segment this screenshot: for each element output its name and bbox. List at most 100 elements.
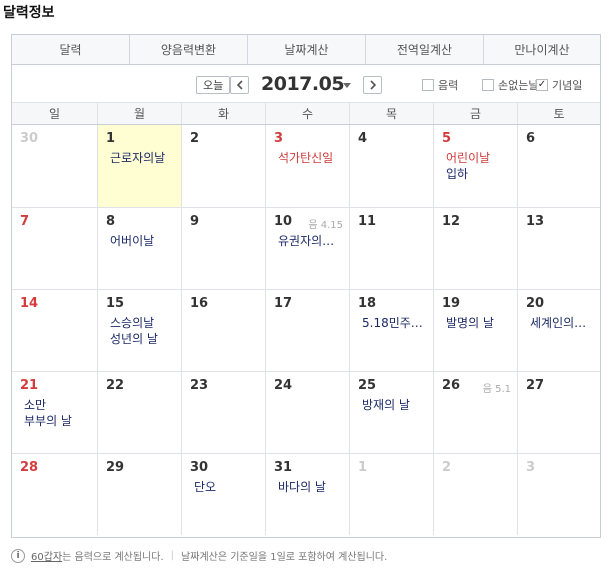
day-cell[interactable]: 10 음 4.15 유권자의… xyxy=(265,207,349,289)
sonless-day-option[interactable]: 손없는날 xyxy=(482,77,538,93)
tab-date-calc[interactable]: 날짜계산 xyxy=(247,35,365,64)
day-cell[interactable]: 26 음 5.1 xyxy=(433,371,517,453)
day-cell[interactable]: 17 xyxy=(265,289,349,371)
event-list: 단오 xyxy=(190,479,265,495)
page-title: 달력정보 xyxy=(3,5,55,21)
event-item[interactable]: 석가탄신일 xyxy=(278,150,349,166)
day-cell[interactable]: 11 xyxy=(349,207,433,289)
day-cell[interactable]: 2 xyxy=(433,453,517,535)
day-number: 20 xyxy=(526,296,545,311)
day-cell[interactable]: 5 어린이날 입하 xyxy=(433,125,517,207)
weekday-label: 목 xyxy=(349,103,433,124)
calendar-grid: 30 1 근로자의날 2 3 석가탄신일 4 5 어린이날 입하 6 7 8 어버이날 9 10 음 4.15 유… xyxy=(12,125,600,535)
event-item[interactable]: 방재의 날 xyxy=(362,397,433,413)
day-cell[interactable]: 19 발명의 날 xyxy=(433,289,517,371)
event-list: 석가탄신일 xyxy=(274,150,349,166)
day-number: 7 xyxy=(20,214,30,229)
year-month-label[interactable]: 2017.05 xyxy=(261,73,345,95)
event-list: 근로자의날 xyxy=(106,150,181,166)
weekday-label: 금 xyxy=(433,103,517,124)
sonless-day-checkbox[interactable] xyxy=(482,79,494,91)
tab-discharge-calc[interactable]: 전역일계산 xyxy=(365,35,483,64)
lunar-checkbox[interactable] xyxy=(422,79,434,91)
prev-month-button[interactable] xyxy=(230,76,249,94)
day-number: 12 xyxy=(442,214,461,229)
event-item[interactable]: 스승의날 xyxy=(110,315,181,331)
event-item[interactable]: 성년의 날 xyxy=(110,331,181,347)
today-button[interactable]: 오늘 xyxy=(196,76,231,94)
event-list: 방재의 날 xyxy=(358,397,433,413)
event-item[interactable]: 단오 xyxy=(194,479,265,495)
lunar-option-label: 음력 xyxy=(438,79,459,92)
event-item[interactable]: 부부의 날 xyxy=(24,413,97,429)
day-cell[interactable]: 28 xyxy=(12,453,97,535)
memorial-day-checkbox[interactable]: ✓ xyxy=(536,79,548,91)
caret-down-icon[interactable] xyxy=(343,83,351,88)
day-cell[interactable]: 3 석가탄신일 xyxy=(265,125,349,207)
day-cell[interactable]: 9 xyxy=(181,207,265,289)
event-list: 어버이날 xyxy=(106,233,181,249)
day-cell[interactable]: 16 xyxy=(181,289,265,371)
tab-lunar-convert[interactable]: 양음력변환 xyxy=(129,35,247,64)
event-item[interactable]: 어린이날 xyxy=(446,150,517,166)
next-month-button[interactable] xyxy=(363,76,382,94)
footer-text-lunar: 는 음력으로 계산됩니다. xyxy=(62,552,164,563)
day-number: 16 xyxy=(190,296,209,311)
event-item[interactable]: 소만 xyxy=(24,397,97,413)
day-cell[interactable]: 1 xyxy=(349,453,433,535)
day-cell[interactable]: 22 xyxy=(97,371,181,453)
day-cell[interactable]: 14 xyxy=(12,289,97,371)
day-number: 3 xyxy=(274,131,284,146)
event-item[interactable]: 어버이날 xyxy=(110,233,181,249)
day-number: 29 xyxy=(106,460,125,475)
day-number: 3 xyxy=(526,460,536,475)
event-item[interactable]: 입하 xyxy=(446,166,517,182)
day-cell[interactable]: 23 xyxy=(181,371,265,453)
day-cell[interactable]: 18 5.18민주… xyxy=(349,289,433,371)
event-item[interactable]: 5.18민주… xyxy=(362,315,433,331)
event-item[interactable]: 발명의 날 xyxy=(446,315,517,331)
day-number: 24 xyxy=(274,378,293,393)
day-number: 25 xyxy=(358,378,377,393)
day-number: 14 xyxy=(20,296,39,311)
event-item[interactable]: 유권자의… xyxy=(278,233,349,249)
day-cell[interactable]: 25 방재의 날 xyxy=(349,371,433,453)
event-list: 스승의날 성년의 날 xyxy=(106,315,181,347)
day-cell[interactable]: 21 소만 부부의 날 xyxy=(12,371,97,453)
day-cell[interactable]: 24 xyxy=(265,371,349,453)
day-cell[interactable]: 3 xyxy=(517,453,600,535)
event-item[interactable]: 바다의 날 xyxy=(278,479,349,495)
day-number: 5 xyxy=(442,131,452,146)
event-item[interactable]: 세계인의… xyxy=(530,315,600,331)
day-cell[interactable]: 13 xyxy=(517,207,600,289)
day-cell[interactable]: 2 xyxy=(181,125,265,207)
sonless-day-option-label: 손없는날 xyxy=(498,79,539,92)
memorial-day-option[interactable]: ✓ 기념일 xyxy=(536,77,582,93)
day-cell[interactable]: 15 스승의날 성년의 날 xyxy=(97,289,181,371)
weekday-label: 수 xyxy=(265,103,349,124)
lunar-date: 음 5.1 xyxy=(482,384,511,395)
day-cell[interactable]: 1 근로자의날 xyxy=(97,125,181,207)
day-cell[interactable]: 30 xyxy=(12,125,97,207)
day-number: 23 xyxy=(190,378,209,393)
day-cell[interactable]: 29 xyxy=(97,453,181,535)
day-cell[interactable]: 30 단오 xyxy=(181,453,265,535)
tab-calendar[interactable]: 달력 xyxy=(12,35,129,64)
lunar-option[interactable]: 음력 xyxy=(422,77,458,93)
day-number: 6 xyxy=(526,131,536,146)
sexagenary-cycle-link[interactable]: 60갑자 xyxy=(31,548,62,563)
day-cell[interactable]: 31 바다의 날 xyxy=(265,453,349,535)
day-cell[interactable]: 8 어버이날 xyxy=(97,207,181,289)
chevron-right-icon xyxy=(369,80,376,90)
day-cell[interactable]: 7 xyxy=(12,207,97,289)
weekday-label: 화 xyxy=(181,103,265,124)
day-cell[interactable]: 27 xyxy=(517,371,600,453)
day-number: 17 xyxy=(274,296,293,311)
day-cell[interactable]: 12 xyxy=(433,207,517,289)
tab-age-calc[interactable]: 만나이계산 xyxy=(483,35,600,64)
calendar-toolbar: 오늘 2017.05 음력 손없는날 ✓ 기념일 xyxy=(12,65,600,103)
event-item[interactable]: 근로자의날 xyxy=(110,150,181,166)
day-cell[interactable]: 20 세계인의… xyxy=(517,289,600,371)
day-cell[interactable]: 4 xyxy=(349,125,433,207)
day-cell[interactable]: 6 xyxy=(517,125,600,207)
